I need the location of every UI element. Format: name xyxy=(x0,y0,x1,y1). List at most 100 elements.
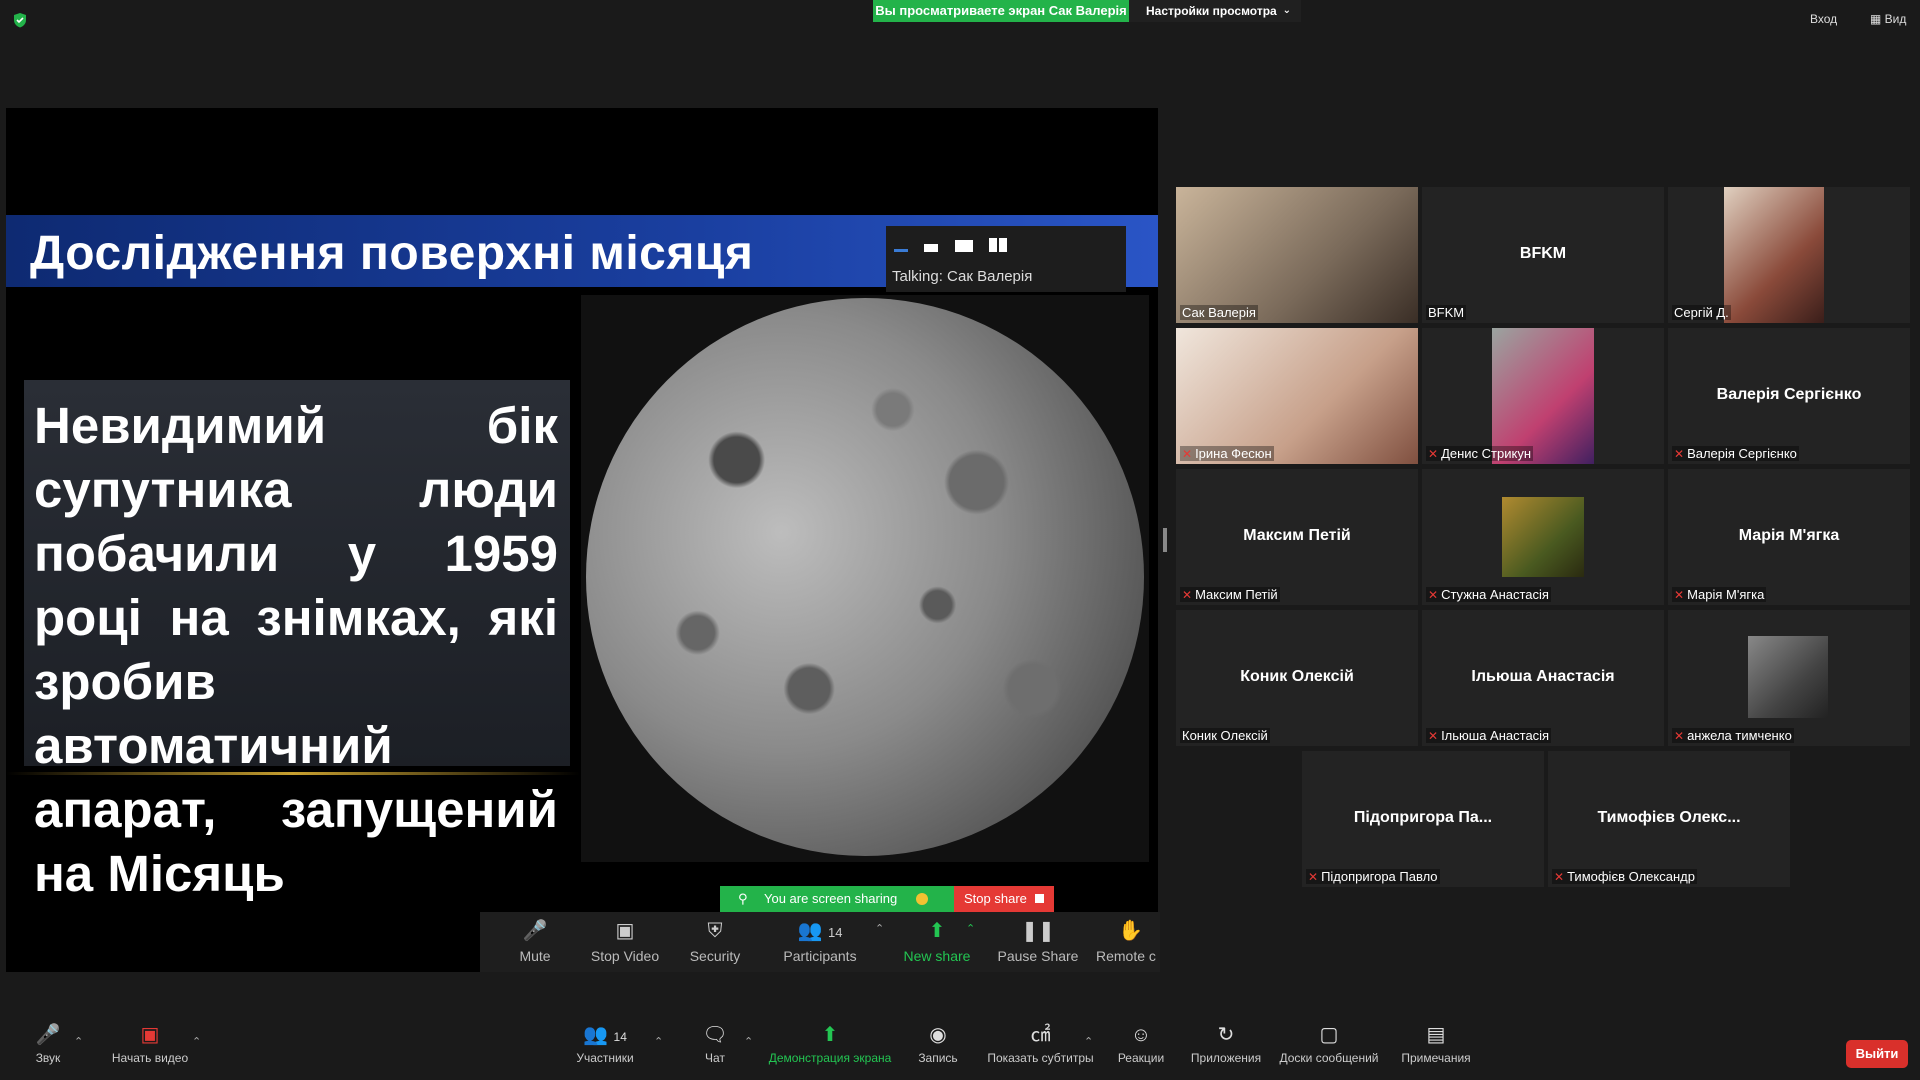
participant-display-name: Максим Петій xyxy=(1243,527,1351,544)
split-divider-handle[interactable] xyxy=(1163,528,1167,552)
muted-microphone-icon: ✕ xyxy=(1308,870,1319,884)
participant-tile[interactable]: Сергій Д. xyxy=(1668,187,1910,323)
participant-display-name: Ільюша Анастасія xyxy=(1471,668,1615,685)
participant-display-name: Марія М'ягка xyxy=(1738,527,1840,544)
participant-tile[interactable]: Максим Петій ✕ Максим Петій xyxy=(1176,469,1418,605)
slide-body-text: Невидимий бік супутника люди побачили у … xyxy=(34,397,558,902)
participants-caret-icon[interactable]: ⌃ xyxy=(875,922,884,935)
participant-tile[interactable]: Сак Валерія xyxy=(1176,187,1418,323)
participants-caret-icon[interactable]: ⌃ xyxy=(654,1035,663,1048)
microphone-icon: 🎤 xyxy=(522,920,548,942)
small-view-icon[interactable] xyxy=(924,244,939,252)
participant-tile[interactable]: Марія М'ягка ✕ Марія М'ягка xyxy=(1668,469,1910,605)
notes-button[interactable]: ▤ Примечания xyxy=(1398,1023,1474,1065)
participant-name: Підопригора Павло xyxy=(1321,869,1438,884)
apps-button[interactable]: ↻ Приложения xyxy=(1186,1023,1266,1065)
participant-name: BFKM xyxy=(1428,305,1465,320)
record-label: Запись xyxy=(918,1051,958,1065)
participant-name-label: Коник Олексій xyxy=(1180,728,1270,743)
participant-display-name: Коник Олексій xyxy=(1240,668,1354,685)
exit-fullscreen-button[interactable]: Вход xyxy=(1810,12,1837,26)
whiteboards-button[interactable]: ▢ Доски сообщений xyxy=(1276,1023,1382,1065)
muted-microphone-icon: ✕ xyxy=(1674,729,1685,743)
microphone-muted-icon: 🎤 xyxy=(35,1024,61,1046)
video-caret-icon[interactable]: ⌃ xyxy=(192,1035,201,1048)
participant-name: Сак Валерія xyxy=(1182,305,1256,320)
whiteboard-icon: ▢ xyxy=(1319,1024,1339,1046)
share-toolbar: 🎤 Mute ▣ Stop Video ⛨ Security 👥 14 Part… xyxy=(480,912,1160,972)
mute-button[interactable]: 🎤 Mute xyxy=(500,912,570,972)
participant-tile[interactable]: Підопригора Па... ✕ Підопригора Павло xyxy=(1302,751,1544,887)
participant-tile[interactable]: Ільюша Анастасія ✕ Ільюша Анастасія xyxy=(1422,610,1664,746)
captions-button[interactable]: ㎠ Показать субтитры xyxy=(983,1023,1098,1065)
whiteboards-label: Доски сообщений xyxy=(1279,1051,1379,1065)
participants-button[interactable]: 👥 14 Участники xyxy=(570,1023,640,1065)
leave-button[interactable]: Выйти xyxy=(1846,1040,1908,1068)
participant-video xyxy=(1748,636,1828,718)
participants-icon: 👥 14 xyxy=(583,1024,627,1046)
participant-display-name: Валерія Сергієнко xyxy=(1716,386,1862,403)
chat-label: Чат xyxy=(705,1051,725,1065)
talking-label: Talking: Сак Валерія xyxy=(892,268,1033,285)
security-shield-icon[interactable] xyxy=(12,12,28,28)
apps-label: Приложения xyxy=(1190,1051,1262,1065)
remote-control-label: Remote c xyxy=(1096,948,1156,964)
reactions-button[interactable]: ☺ Реакции xyxy=(1113,1023,1169,1065)
stop-video-label: Stop Video xyxy=(590,948,660,964)
stop-video-button[interactable]: ▣ Stop Video xyxy=(580,912,670,972)
chat-button[interactable]: 🗨 Чат xyxy=(695,1023,735,1065)
security-button[interactable]: ⛨ Security xyxy=(675,912,755,972)
view-button[interactable]: ▦ Вид xyxy=(1870,12,1906,26)
new-share-label: New share xyxy=(903,948,971,964)
participant-name: Максим Петій xyxy=(1195,587,1278,602)
start-video-button[interactable]: ▣ Начать видео xyxy=(100,1023,200,1065)
chat-caret-icon[interactable]: ⌃ xyxy=(744,1035,753,1048)
gallery-view-icon[interactable] xyxy=(989,238,1008,252)
audio-caret-icon[interactable]: ⌃ xyxy=(74,1035,83,1048)
view-options-label: Настройки просмотра xyxy=(1146,4,1277,18)
audio-label: Звук xyxy=(35,1051,61,1065)
remote-control-button[interactable]: ✋ Remote c xyxy=(1090,912,1160,972)
record-button[interactable]: ◉ Запись xyxy=(912,1023,964,1065)
view-options-dropdown[interactable]: Настройки просмотра ⌄ xyxy=(1129,0,1301,22)
audio-button[interactable]: 🎤 Звук xyxy=(28,1023,68,1065)
participants-icon: 👥 14 xyxy=(797,920,843,942)
participant-name-label: ✕ Валерія Сергієнко xyxy=(1672,446,1799,461)
new-share-button[interactable]: ⬆ New share xyxy=(892,912,982,972)
layout-icons[interactable] xyxy=(894,234,1019,254)
minimize-icon[interactable] xyxy=(894,249,908,252)
participant-tile[interactable]: Тимофієв Олекс... ✕ Тимофієв Олександр xyxy=(1548,751,1790,887)
cc-icon: ㎠ xyxy=(1030,1024,1051,1046)
participant-tile[interactable]: Валерія Сергієнко ✕ Валерія Сергієнко xyxy=(1668,328,1910,464)
muted-microphone-icon: ✕ xyxy=(1674,447,1685,461)
shared-screen[interactable]: Дослідження поверхні місяця Talking: Сак… xyxy=(6,108,1158,972)
stop-icon xyxy=(1035,894,1044,903)
participant-name: анжела тимченко xyxy=(1687,728,1792,743)
large-view-icon[interactable] xyxy=(954,240,973,252)
participant-name: Денис Стрикун xyxy=(1441,446,1531,461)
participant-tile[interactable]: BFKM BFKM xyxy=(1422,187,1664,323)
share-caret-icon[interactable]: ⌃ xyxy=(966,922,975,935)
share-screen-button[interactable]: ⬆ Демонстрация экрана xyxy=(765,1023,895,1065)
pause-share-button[interactable]: ❚❚ Pause Share xyxy=(988,912,1088,972)
reaction-icon: ☺ xyxy=(1130,1024,1152,1046)
slide-text-box: Невидимий бік супутника люди побачили у … xyxy=(24,380,570,902)
participant-tile[interactable]: ✕ Ірина Фесюн xyxy=(1176,328,1418,464)
remote-control-icon: ✋ xyxy=(1118,920,1143,942)
participant-tile[interactable]: ✕ Денис Стрикун xyxy=(1422,328,1664,464)
participants-button[interactable]: 👥 14 Participants xyxy=(770,912,870,972)
participant-name: Марія М'ягка xyxy=(1687,587,1765,602)
pause-icon: ❚❚ xyxy=(1021,920,1055,942)
grid-icon: ▦ xyxy=(1870,12,1885,26)
reactions-label: Реакции xyxy=(1117,1051,1165,1065)
stop-share-button[interactable]: Stop share xyxy=(954,886,1054,912)
video-off-icon: ▣ xyxy=(140,1024,160,1046)
participant-tile[interactable]: Коник Олексій Коник Олексій xyxy=(1176,610,1418,746)
stop-share-label: Stop share xyxy=(964,891,1027,906)
view-button-label: Вид xyxy=(1884,12,1907,26)
captions-caret-icon[interactable]: ⌃ xyxy=(1084,1035,1093,1048)
participant-tile[interactable]: ✕ Стужна Анастасія xyxy=(1422,469,1664,605)
notes-icon: ▤ xyxy=(1426,1024,1446,1046)
participant-tile[interactable]: ✕ анжела тимченко xyxy=(1668,610,1910,746)
participant-name-label: Сергій Д. xyxy=(1672,305,1731,320)
